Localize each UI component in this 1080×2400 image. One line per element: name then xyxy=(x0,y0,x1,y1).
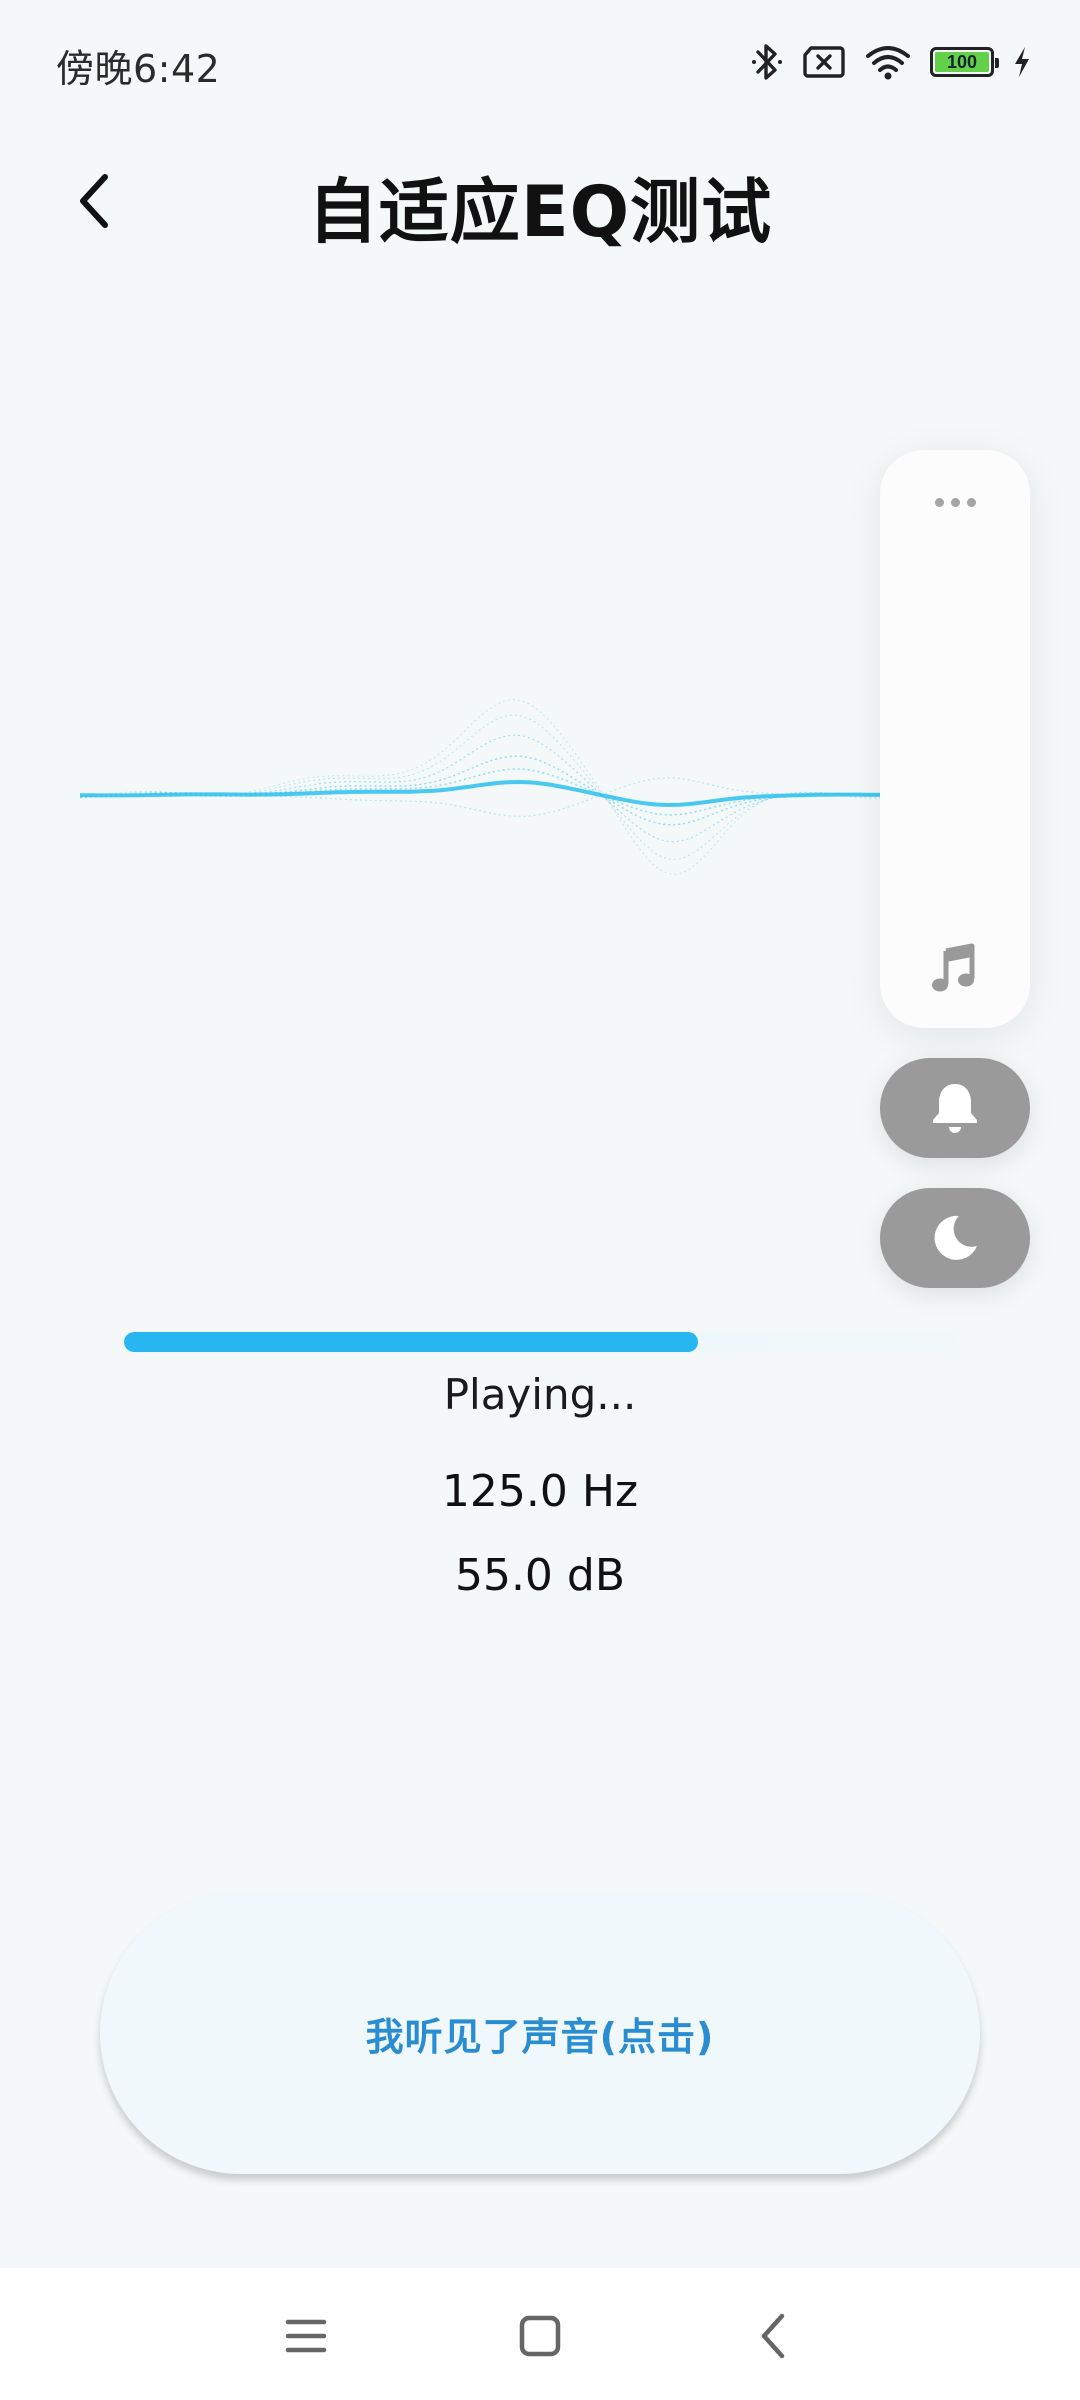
status-icons: 100 xyxy=(750,38,1032,86)
moon-button[interactable] xyxy=(880,1188,1030,1288)
wave-line xyxy=(79,779,897,808)
bell-button[interactable] xyxy=(880,1058,1030,1158)
nav-back-button[interactable] xyxy=(736,2298,812,2374)
wifi-icon xyxy=(864,43,912,81)
more-dots-icon[interactable] xyxy=(880,490,1030,514)
home-button[interactable] xyxy=(502,2298,578,2374)
wave-line xyxy=(79,768,897,816)
wave-line xyxy=(79,755,897,826)
floating-side-panel xyxy=(880,450,1030,1028)
bell-icon xyxy=(933,1084,977,1133)
level-value: 55.0 dB xyxy=(454,1550,626,1601)
header: 自适应EQ测试 xyxy=(0,130,1080,270)
menu-icon xyxy=(285,2319,327,2353)
status-bar: 傍晚6:42 100 xyxy=(0,0,1080,120)
no-sim-icon xyxy=(802,45,846,79)
heard-sound-label: 我听见了声音(点击) xyxy=(365,2014,715,2059)
page-title: 自适应EQ测试 xyxy=(307,171,773,253)
back-icon xyxy=(761,2313,785,2359)
wave-line xyxy=(79,714,897,861)
navigation-bar xyxy=(0,2268,1080,2400)
test-progress-bar xyxy=(124,1332,956,1352)
test-progress-fill xyxy=(124,1332,699,1352)
status-time: 傍晚6:42 xyxy=(56,47,221,91)
playback-status: Playing... xyxy=(443,1370,637,1419)
wave-line xyxy=(79,699,897,875)
charging-icon xyxy=(1012,45,1032,79)
battery-icon: 100 xyxy=(930,47,999,77)
home-icon xyxy=(519,2315,561,2357)
music-note-icon[interactable] xyxy=(880,938,1030,998)
menu-button[interactable] xyxy=(268,2298,344,2374)
sound-waveform xyxy=(79,620,900,920)
bluetooth-icon xyxy=(750,42,784,82)
moon-icon xyxy=(934,1215,977,1260)
battery-level: 100 xyxy=(935,52,989,72)
heard-sound-button[interactable]: 我听见了声音(点击) xyxy=(100,1892,980,2174)
wave-line xyxy=(80,734,897,843)
frequency-value: 125.0 Hz xyxy=(441,1466,639,1517)
